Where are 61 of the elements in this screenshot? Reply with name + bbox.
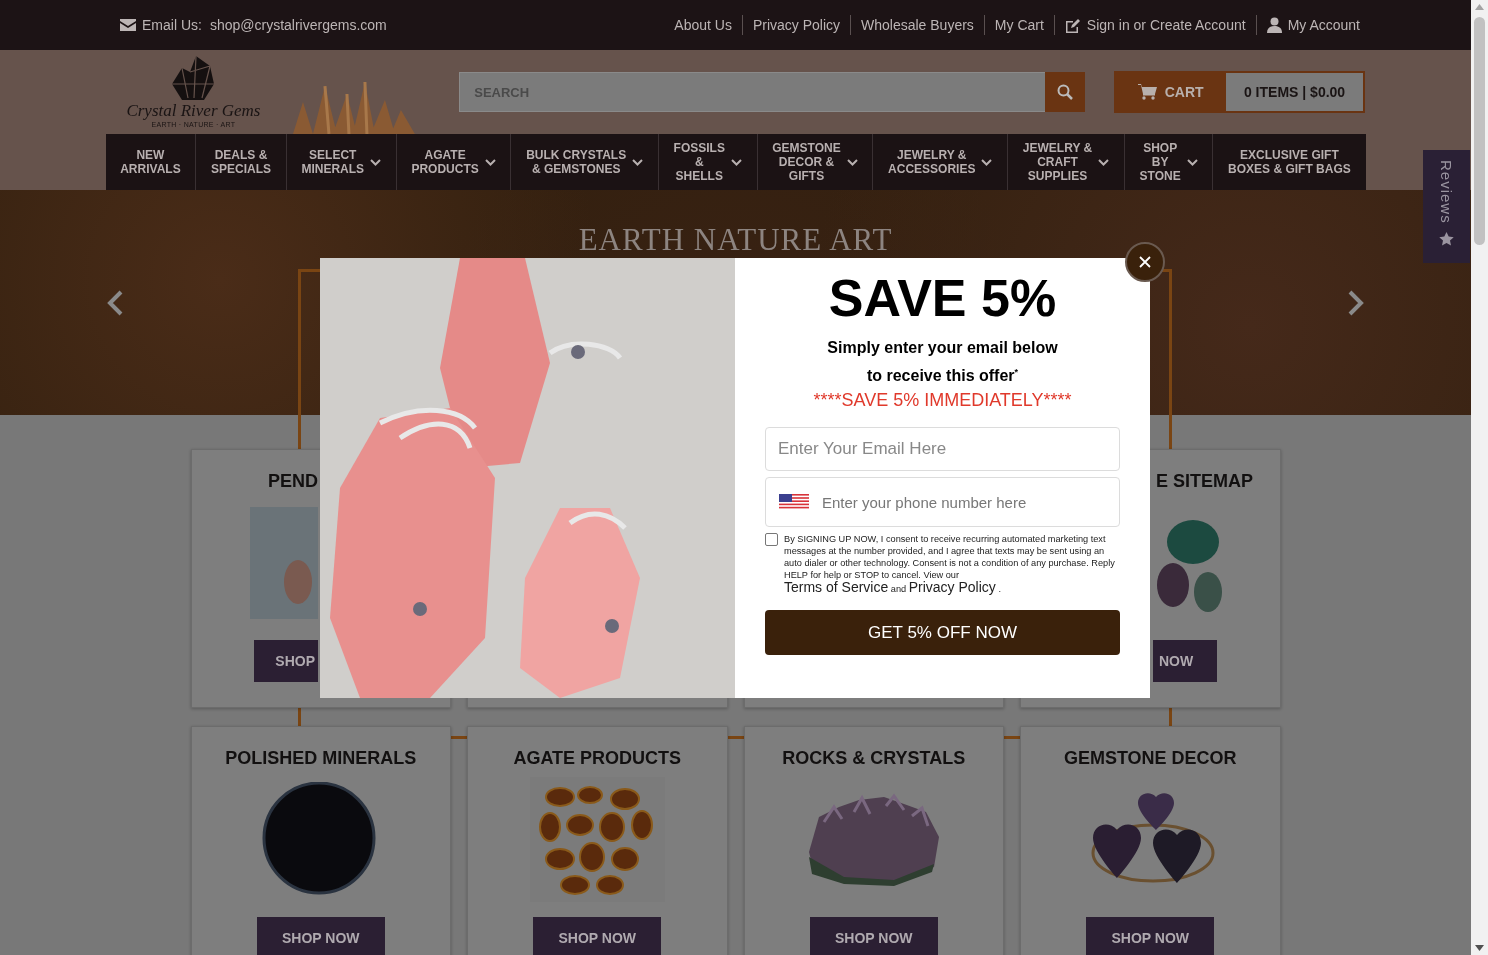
star-icon bbox=[1439, 231, 1454, 246]
category-title: PEND bbox=[268, 470, 318, 492]
top-link[interactable]: My Cart bbox=[983, 15, 1054, 35]
scrollbar-thumb[interactable] bbox=[1474, 17, 1485, 245]
shop-now-button[interactable]: SHOP NOW bbox=[256, 917, 385, 955]
chevron-left-button[interactable] bbox=[105, 290, 125, 316]
chevron-left-icon bbox=[105, 290, 125, 316]
us-flag-icon bbox=[779, 494, 809, 511]
chevron-down-icon bbox=[981, 158, 993, 166]
top-link[interactable]: Sign in or Create Account bbox=[1086, 15, 1246, 35]
search-icon bbox=[1056, 84, 1073, 100]
top-link[interactable]: Wholesale Buyers bbox=[850, 15, 984, 35]
close-icon bbox=[1139, 256, 1151, 268]
chevron-down-icon bbox=[846, 158, 858, 166]
category-title: GEMSTONE DECOR bbox=[1062, 747, 1238, 769]
top-link[interactable]: My Account bbox=[1287, 15, 1360, 35]
shop-now-button[interactable]: SHOP NOW bbox=[1086, 917, 1215, 955]
category-title: POLISHED MINERALS bbox=[224, 747, 418, 769]
cart-button[interactable]: CART bbox=[1113, 71, 1224, 113]
user-icon bbox=[1266, 17, 1282, 33]
shop-now-button[interactable]: SHOP NOW bbox=[809, 917, 938, 955]
email-link[interactable]: shop@crystalrivergems.com bbox=[207, 15, 387, 35]
consent-checkbox[interactable] bbox=[765, 533, 778, 547]
chevron-down-icon bbox=[484, 158, 496, 166]
cart-summary[interactable]: 0 ITEMS | $0.00 bbox=[1223, 71, 1366, 113]
logo-name: Crystal River Gems bbox=[126, 102, 261, 120]
email-field[interactable]: Enter Your Email Here bbox=[765, 427, 1120, 472]
shop-now-button[interactable]: SHOP NOW bbox=[533, 917, 662, 955]
cart-icon bbox=[1137, 84, 1157, 100]
consent-text: By SIGNING UP NOW, I consent to receive recurring automated marketing text messages at the number provided, and I agree that texts may be sent using an auto dialer or other technology. Consent is not a condition of any purchase. Reply HELP for help or STOP to cancel. View our Terms of Service and Privacy Policy . bbox=[784, 533, 1116, 596]
category-title: ROCKS & CRYSTALS bbox=[781, 747, 967, 769]
scroll-down-arrow-icon[interactable] bbox=[1475, 945, 1484, 951]
chevron-down-icon bbox=[730, 158, 742, 166]
chevron-down-icon bbox=[1186, 158, 1198, 166]
offer-subtitle: Simply enter your email below to receive this offer$^{*}$ bbox=[827, 338, 1058, 387]
chevron-down-icon bbox=[1098, 158, 1110, 166]
scroll-up-arrow-icon[interactable] bbox=[1475, 4, 1484, 10]
privacy-link[interactable]: Privacy Policy bbox=[908, 579, 996, 596]
offer-title: SAVE 5% bbox=[828, 270, 1057, 326]
top-link[interactable]: Privacy Policy bbox=[741, 15, 851, 35]
chevron-right-button[interactable] bbox=[1346, 290, 1366, 316]
shop-now-button[interactable]: SHOP bbox=[254, 640, 318, 682]
promo-text: ****SAVE 5% IMMEDIATELY**** bbox=[813, 389, 1072, 413]
scrollbar[interactable] bbox=[1471, 0, 1488, 955]
chevron-right-icon bbox=[1346, 290, 1366, 316]
reviews-tab[interactable]: Reviews bbox=[1423, 150, 1470, 263]
top-link[interactable]: About Us bbox=[664, 15, 742, 35]
edit-icon bbox=[1064, 17, 1081, 33]
phone-field[interactable]: Enter your phone number here bbox=[765, 477, 1120, 528]
shop-now-button[interactable]: NOW bbox=[1153, 640, 1217, 682]
hero-title: EARTH NATURE ART bbox=[578, 222, 893, 258]
nav-menu-item[interactable]: NEW ARRIVALS bbox=[105, 134, 196, 190]
submit-button[interactable]: GET 5% OFF NOW bbox=[765, 610, 1120, 656]
chevron-down-icon bbox=[370, 158, 382, 166]
search-button[interactable] bbox=[1044, 72, 1085, 112]
chevron-down-icon bbox=[632, 158, 644, 166]
envelope-icon bbox=[120, 19, 136, 31]
category-title: E SITEMAP bbox=[1156, 470, 1253, 492]
terms-link[interactable]: Terms of Service bbox=[784, 579, 889, 596]
email-label: Email Us: bbox=[142, 17, 202, 33]
category-title: AGATE PRODUCTS bbox=[512, 747, 683, 769]
